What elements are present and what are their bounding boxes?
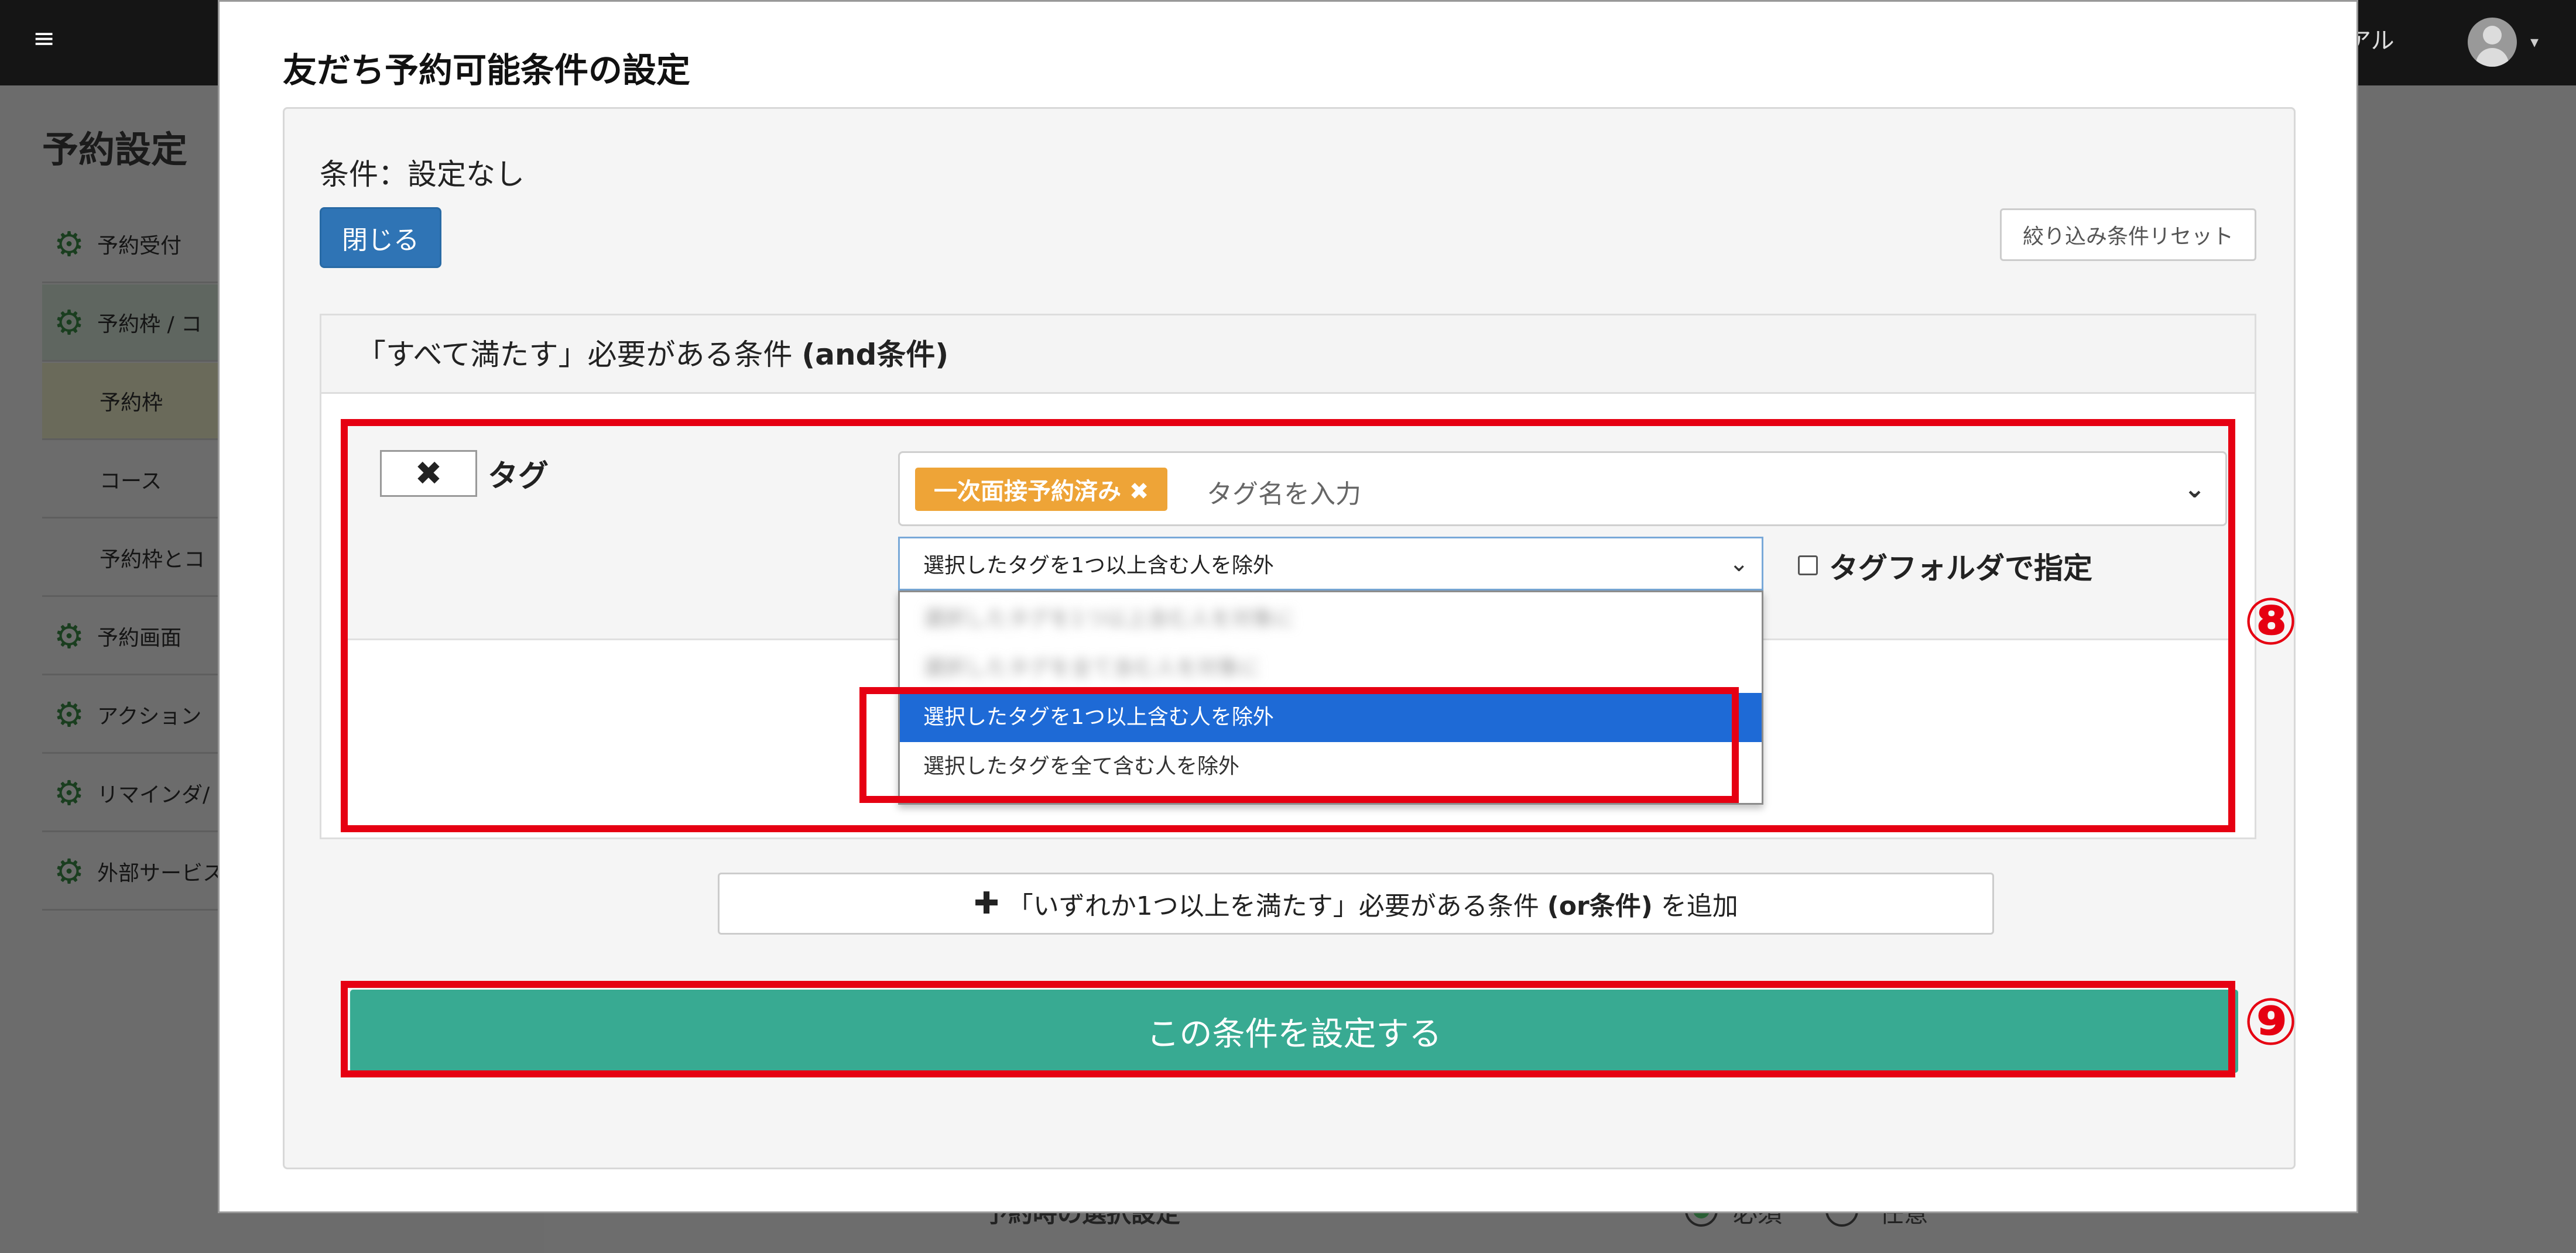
gear-icon: ⚙ [54, 616, 84, 656]
or-add-suffix: を追加 [1660, 891, 1738, 921]
condition-summary: 条件：設定なし [320, 157, 525, 191]
or-add-bold: (or条件) [1547, 891, 1653, 921]
gear-icon: ⚙ [54, 694, 84, 734]
callout-box-apply-button [341, 981, 2235, 1077]
sidebar-item-label: 予約画面 [97, 626, 182, 650]
chevron-down-icon[interactable]: ▾ [2530, 32, 2539, 52]
or-add-prefix: 「いずれか1つ以上を満たす」必要がある条件 [1007, 891, 1539, 921]
sidebar-item-label: 予約枠とコ [100, 547, 205, 572]
callout-box-exclude-option [859, 687, 1739, 803]
and-header-bold: (and条件) [801, 338, 949, 372]
sidebar-item-label: 予約受付 [97, 234, 182, 258]
and-header-text: 「すべて満たす」必要がある条件 [357, 338, 802, 372]
sidebar-item-label: 予約枠 [100, 390, 163, 415]
reset-filter-button[interactable]: 絞り込み条件リセット [2000, 208, 2256, 261]
gear-icon: ⚙ [54, 302, 84, 342]
sidebar-title: 予約設定 [42, 128, 188, 171]
modal-title: 友だち予約可能条件の設定 [283, 50, 691, 90]
sidebar-item-label: リマインダ/ [97, 782, 210, 807]
gear-icon: ⚙ [54, 851, 84, 891]
gear-icon: ⚙ [54, 224, 84, 264]
plus-icon: ✚ [974, 886, 999, 921]
sidebar-item-label: コース [100, 469, 162, 493]
sidebar-item-label: アクション [97, 704, 202, 729]
hamburger-menu-icon[interactable]: ≡ [29, 23, 59, 53]
callout-number-8: ⑧ [2243, 584, 2298, 659]
gear-icon: ⚙ [54, 773, 84, 813]
close-button[interactable]: 閉じる [320, 207, 441, 268]
sidebar-item-label: 予約枠 / コ [97, 312, 203, 337]
sidebar-item-label: 外部サービス [97, 861, 224, 885]
callout-number-9: ⑨ [2243, 984, 2298, 1059]
add-or-condition-button[interactable]: ✚ 「いずれか1つ以上を満たす」必要がある条件 (or条件) を追加 [718, 873, 1994, 935]
and-condition-header: 「すべて満たす」必要がある条件 (and条件) [321, 315, 2255, 394]
user-avatar-icon[interactable] [2468, 18, 2517, 67]
